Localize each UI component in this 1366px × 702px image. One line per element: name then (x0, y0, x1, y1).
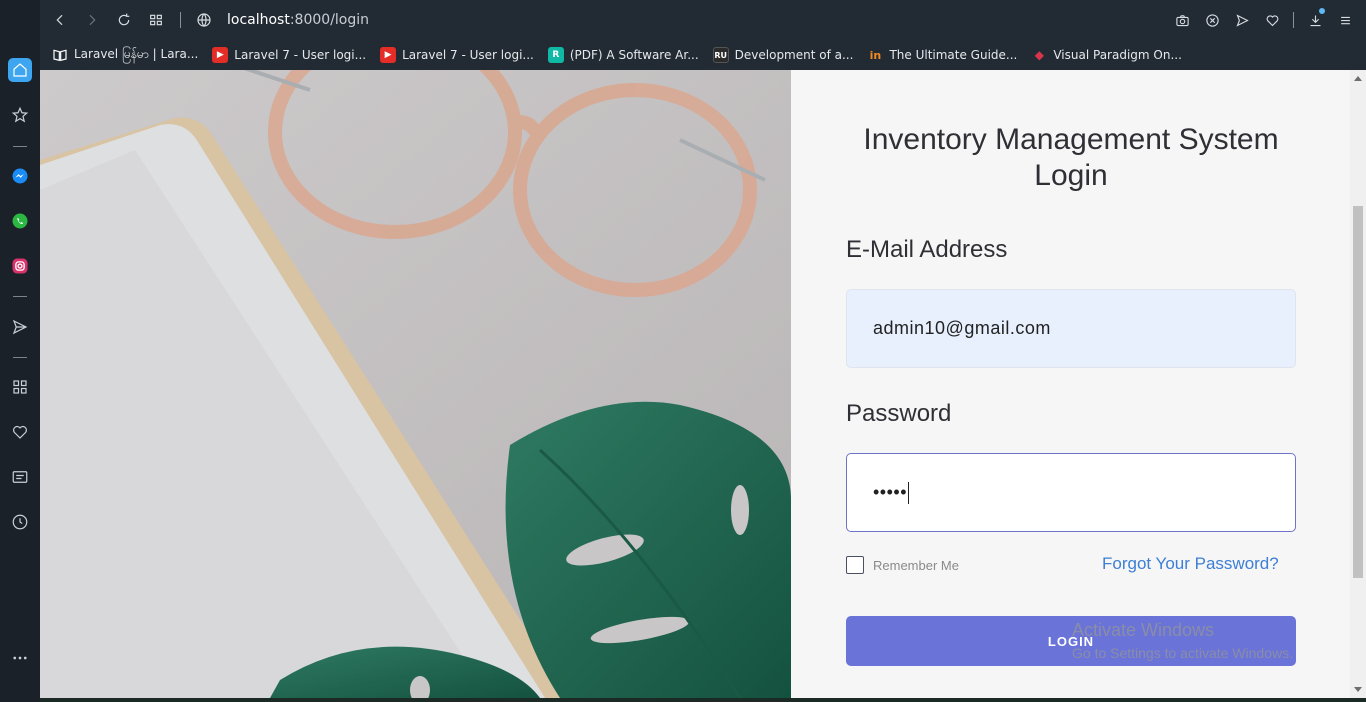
remember-me[interactable]: Remember Me (846, 556, 959, 574)
back-icon[interactable] (44, 4, 76, 36)
globe-icon (195, 4, 213, 36)
book-icon (52, 47, 68, 63)
bookmark-item[interactable]: RU Development of a... (712, 47, 854, 63)
more-icon[interactable] (8, 646, 32, 670)
login-panel: Inventory Management System Login E-Mail… (791, 70, 1350, 698)
bookmark-item[interactable]: in The Ultimate Guide... (867, 47, 1018, 63)
instagram-icon[interactable] (8, 254, 32, 278)
email-field[interactable]: admin10@gmail.com (846, 289, 1296, 368)
url-field[interactable]: localhost:8000/login (191, 4, 369, 36)
bookmark-item[interactable]: ◆ Visual Paradigm On... (1031, 47, 1182, 63)
tabs-grid-icon[interactable] (140, 4, 172, 36)
toolbar-separator (1293, 12, 1294, 28)
scrollbar[interactable] (1350, 70, 1366, 698)
heart-icon[interactable] (1259, 4, 1285, 36)
researchgate-icon: R (547, 47, 564, 63)
bookmark-item[interactable]: R (PDF) A Software Ar... (547, 47, 699, 63)
password-value: ••••• (873, 482, 908, 502)
notes-icon[interactable] (8, 465, 32, 489)
whatsapp-icon[interactable] (8, 209, 32, 233)
apps-icon[interactable] (8, 375, 32, 399)
login-button[interactable]: LOGIN (846, 616, 1296, 666)
youtube-icon: ▶ (380, 47, 397, 63)
bookmark-label: Laravel မြန်မာ | Lara... (74, 47, 199, 61)
browser-window: localhost:8000/login Laravel မြန်မာ | La… (0, 0, 1366, 702)
download-badge (1319, 8, 1325, 14)
menu-icon[interactable] (1332, 4, 1358, 36)
toolbar-actions (1169, 4, 1366, 36)
page-content: Inventory Management System Login E-Mail… (40, 70, 1366, 698)
address-bar-row: localhost:8000/login (40, 0, 1366, 40)
bookmark-item[interactable]: ▶ Laravel 7 - User logi... (380, 47, 534, 63)
scroll-up-arrow-icon[interactable] (1354, 76, 1362, 81)
remember-label: Remember Me (873, 557, 959, 573)
send-icon[interactable] (8, 315, 32, 339)
send-icon[interactable] (1229, 4, 1255, 36)
home-icon[interactable] (8, 58, 32, 82)
bookmark-label: Development of a... (734, 48, 854, 62)
bookmark-label: Visual Paradigm On... (1053, 48, 1182, 62)
remember-checkbox[interactable] (846, 556, 864, 574)
bookmarks-bar: Laravel မြန်မာ | Lara... ▶ Laravel 7 - U… (40, 40, 1366, 70)
messenger-icon[interactable] (8, 164, 32, 188)
block-icon[interactable] (1199, 4, 1225, 36)
history-icon[interactable] (8, 510, 32, 534)
reload-icon[interactable] (108, 4, 140, 36)
password-label: Password (846, 400, 952, 427)
page-title: Inventory Management System Login (863, 123, 1279, 192)
bookmark-label: (PDF) A Software Ar... (569, 48, 699, 62)
bookmark-label: Laravel 7 - User logi... (234, 48, 367, 62)
sidebar-divider (13, 296, 27, 297)
youtube-icon: ▶ (212, 47, 229, 63)
bookmark-item[interactable]: ▶ Laravel 7 - User logi... (212, 47, 366, 63)
bookmarks-star-icon[interactable] (8, 103, 32, 127)
bookmark-item[interactable]: Laravel မြန်မာ | Lara... (52, 46, 198, 64)
camera-icon[interactable] (1169, 4, 1195, 36)
url-host: localhost (227, 12, 290, 28)
sidebar-divider (13, 146, 27, 147)
url-path: :8000/login (289, 12, 370, 28)
taskbar-edge (40, 698, 1366, 702)
hero-photo (40, 70, 791, 698)
browser-sidebar (0, 0, 40, 702)
bookmark-label: Laravel 7 - User logi... (402, 48, 534, 62)
password-field[interactable]: ••••• (846, 453, 1296, 532)
email-value: admin10@gmail.com (873, 318, 1051, 338)
toolbar-separator (180, 12, 181, 28)
scroll-down-arrow-icon[interactable] (1354, 687, 1362, 692)
scrollbar-thumb[interactable] (1353, 206, 1363, 578)
bookmark-label: The Ultimate Guide... (889, 48, 1018, 62)
text-caret (908, 481, 910, 504)
sidebar-divider (13, 357, 27, 358)
forward-icon[interactable] (76, 4, 108, 36)
guide-icon: in (869, 48, 882, 62)
visual-paradigm-icon: ◆ (1034, 48, 1044, 62)
heart-icon[interactable] (8, 420, 32, 444)
ru-icon: RU (712, 47, 729, 63)
download-icon[interactable] (1302, 4, 1328, 36)
email-label: E-Mail Address (846, 236, 1008, 263)
forgot-password-link[interactable]: Forgot Your Password? (1102, 554, 1279, 574)
